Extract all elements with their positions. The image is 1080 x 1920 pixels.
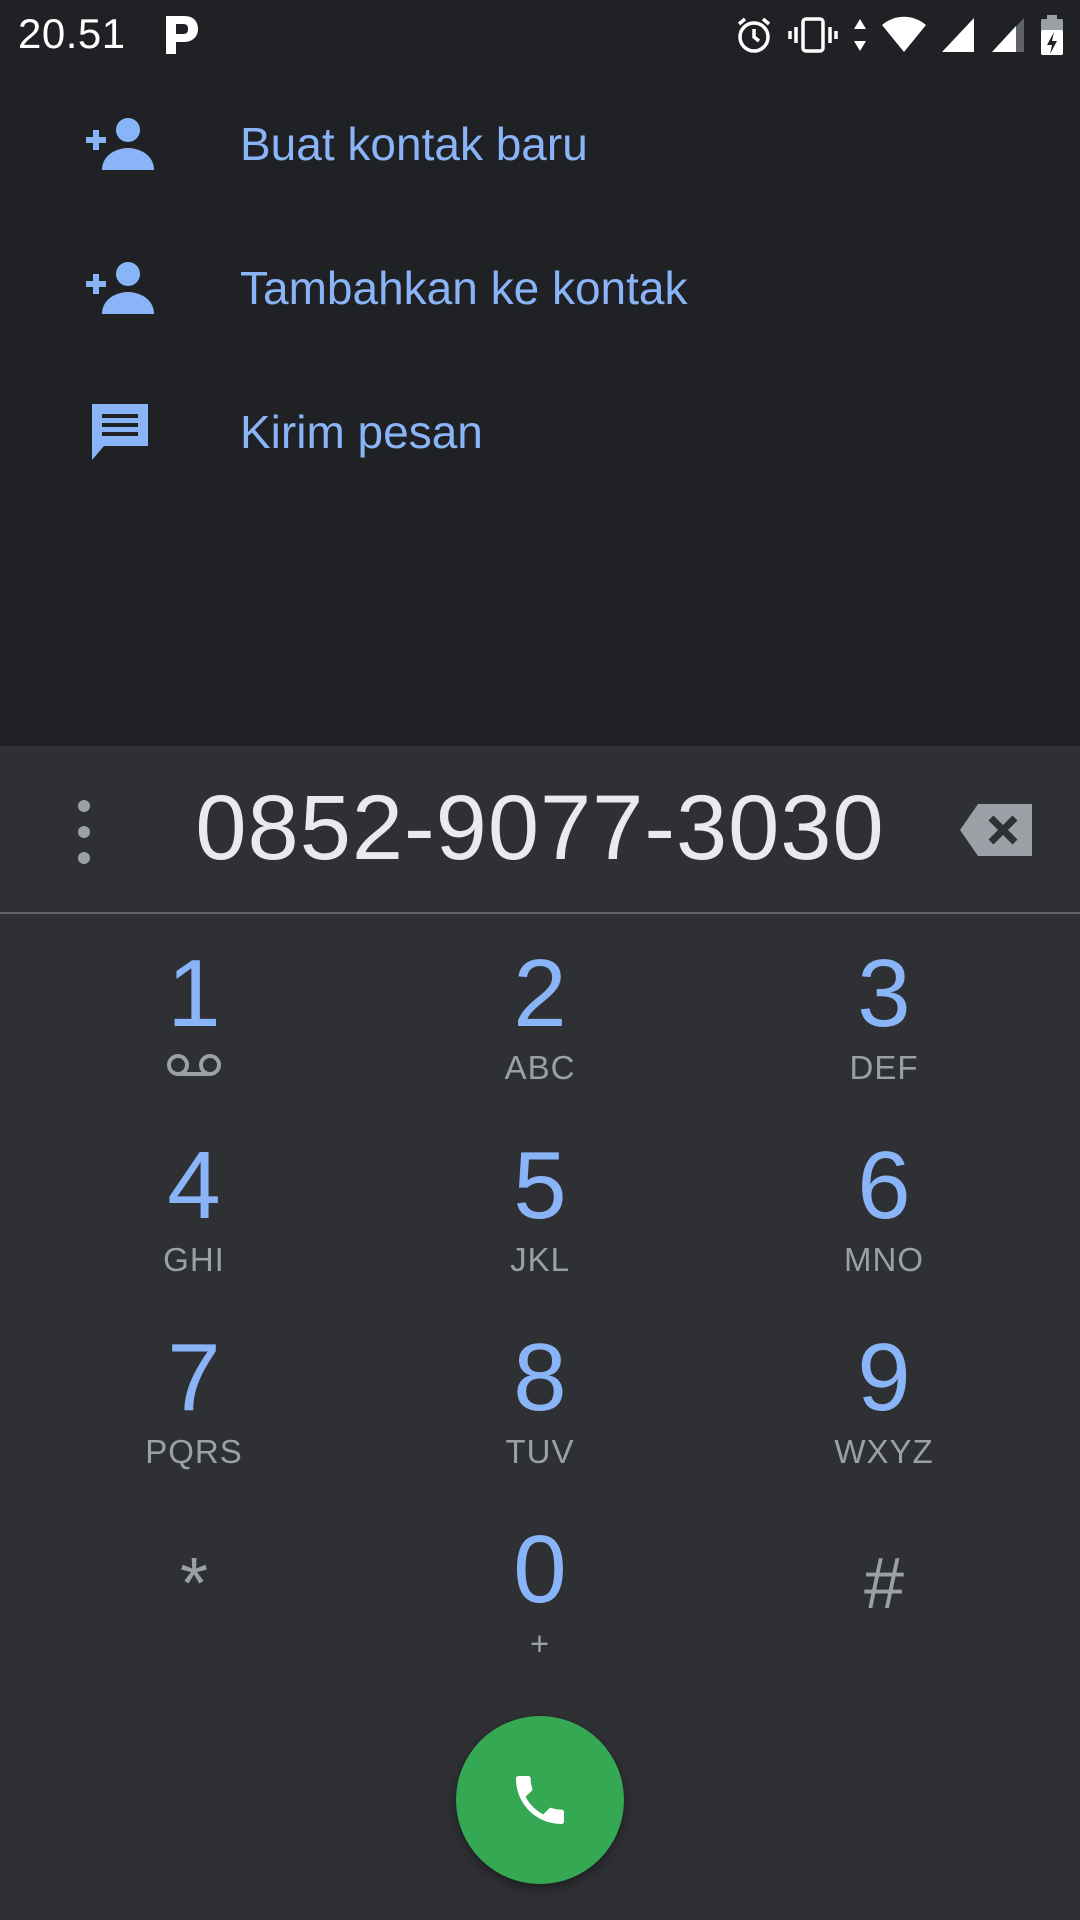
key-symbol: * [179, 1544, 209, 1624]
status-bar: 20.51 [0, 0, 1080, 72]
key-7[interactable]: 7 PQRS [44, 1320, 344, 1500]
key-digit: 6 [857, 1132, 911, 1239]
phone-icon [516, 1776, 564, 1824]
key-letters: WXYZ [834, 1433, 934, 1470]
person-add-icon [84, 108, 156, 180]
suggestion-send-message[interactable]: Kirim pesan [0, 360, 1080, 504]
key-hash[interactable]: # [734, 1512, 1034, 1692]
digits-row: 0852-9077-3030 [0, 746, 1080, 914]
key-letters: MNO [844, 1241, 924, 1278]
suggestion-label: Tambahkan ke kontak [240, 262, 688, 314]
key-2[interactable]: 2 ABC [390, 936, 690, 1116]
voicemail-icon [167, 1054, 221, 1076]
signal-icon [942, 18, 974, 52]
dialed-number-field[interactable]: 0852-9077-3030 [150, 768, 930, 888]
dialer-screen: 20.51 Buat kontak baru Tambahkan ke kont… [0, 0, 1080, 1920]
key-letters: GHI [163, 1241, 225, 1278]
suggestion-label: Buat kontak baru [240, 118, 588, 170]
key-digit: 1 [167, 940, 221, 1047]
suggestion-label: Kirim pesan [240, 406, 483, 458]
key-digit: 3 [857, 940, 911, 1047]
signal-icon-2 [992, 18, 1024, 52]
parking-app-icon [166, 16, 198, 54]
key-6[interactable]: 6 MNO [734, 1128, 1034, 1308]
overflow-menu-icon[interactable] [60, 800, 108, 864]
status-time: 20.51 [18, 10, 126, 57]
key-letters: + [529, 1625, 551, 1662]
key-0[interactable]: 0 + [390, 1512, 690, 1692]
person-add-icon [84, 252, 156, 324]
call-button[interactable] [456, 1716, 624, 1884]
key-letters: JKL [510, 1241, 570, 1278]
key-letters: PQRS [145, 1433, 243, 1470]
key-digit: 0 [513, 1516, 567, 1623]
key-9[interactable]: 9 WXYZ [734, 1320, 1034, 1500]
key-digit: 5 [513, 1132, 567, 1239]
key-1[interactable]: 1 [44, 936, 344, 1116]
data-arrows-icon [854, 19, 866, 51]
key-digit: 9 [857, 1324, 911, 1431]
backspace-icon[interactable] [958, 802, 1034, 858]
battery-charging-icon [1041, 15, 1063, 55]
suggestions-list: Buat kontak baru Tambahkan ke kontak Kir… [0, 72, 1080, 744]
key-letters: ABC [504, 1049, 576, 1086]
key-letters: TUV [505, 1433, 575, 1470]
key-digit: 4 [167, 1132, 221, 1239]
key-letters: DEF [849, 1049, 919, 1086]
status-icons [734, 14, 1064, 56]
key-5[interactable]: 5 JKL [390, 1128, 690, 1308]
key-4[interactable]: 4 GHI [44, 1128, 344, 1308]
suggestion-create-new-contact[interactable]: Buat kontak baru [0, 72, 1080, 216]
suggestion-add-to-contact[interactable]: Tambahkan ke kontak [0, 216, 1080, 360]
wifi-icon [882, 16, 926, 52]
key-3[interactable]: 3 DEF [734, 936, 1034, 1116]
key-digit: 7 [167, 1324, 221, 1431]
vibrate-icon [788, 17, 838, 53]
key-symbol: # [863, 1544, 905, 1624]
key-8[interactable]: 8 TUV [390, 1320, 690, 1500]
key-digit: 2 [513, 940, 567, 1047]
key-star[interactable]: * [44, 1512, 344, 1692]
alarm-icon [737, 17, 771, 53]
key-digit: 8 [513, 1324, 567, 1431]
message-icon [84, 396, 156, 468]
